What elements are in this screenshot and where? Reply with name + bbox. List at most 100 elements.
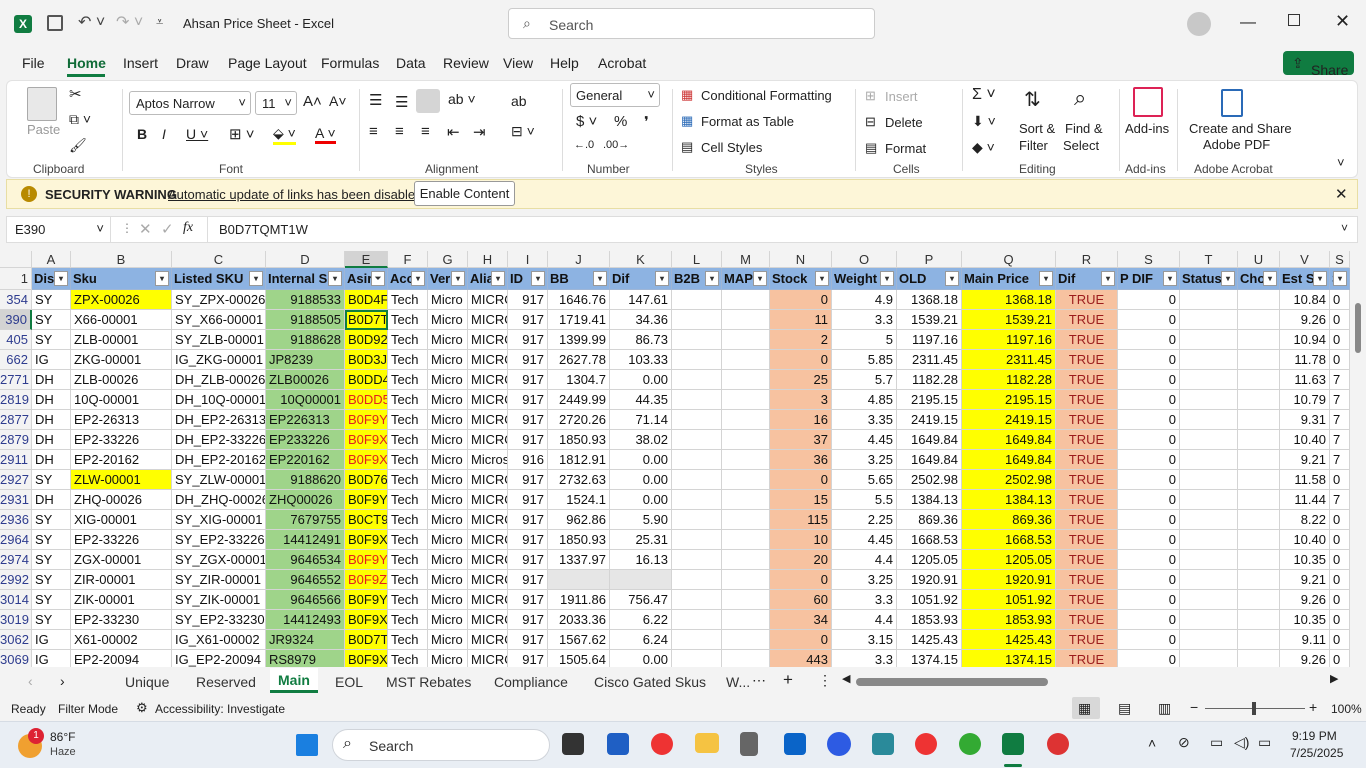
increase-decimal-icon[interactable]: ←.0 — [574, 139, 594, 151]
grid-cell[interactable]: 9188533 — [266, 290, 345, 310]
grid-cell[interactable]: 4.45 — [832, 530, 897, 550]
grid-cell[interactable] — [1238, 590, 1280, 610]
column-header[interactable]: V — [1280, 251, 1330, 268]
grid-cell[interactable]: EP2-33226 — [71, 530, 172, 550]
grid-cell[interactable]: Tech — [388, 410, 428, 430]
grid-cell[interactable]: RS8979 — [266, 650, 345, 667]
grid-cell[interactable]: ZKG-00001 — [71, 350, 172, 370]
grid-cell[interactable]: 9646552 — [266, 570, 345, 590]
row-number[interactable]: 2927 — [0, 470, 32, 490]
grid-cell[interactable]: 37 — [770, 430, 832, 450]
grid-cell[interactable]: 0 — [1118, 390, 1180, 410]
grid-cell[interactable] — [1180, 450, 1238, 470]
confirm-entry-icon[interactable]: ✓ — [161, 220, 174, 238]
grid-cell[interactable]: MICRO — [468, 290, 508, 310]
grid-cell[interactable]: DH_ZHQ-00026 — [172, 490, 266, 510]
autosum-icon[interactable]: Σ ˅ — [972, 86, 996, 104]
grid-cell[interactable] — [1180, 630, 1238, 650]
wrap-text-icon[interactable]: ab — [511, 93, 527, 109]
grid-cell[interactable]: JR9324 — [266, 630, 345, 650]
account-avatar-icon[interactable] — [1187, 12, 1211, 36]
format-painter-icon[interactable]: 🖌 — [69, 137, 87, 154]
align-bottom-icon[interactable] — [416, 89, 440, 113]
column-header[interactable]: D — [266, 251, 345, 268]
grid-cell[interactable]: 5.90 — [610, 510, 672, 530]
grid-cell[interactable]: 1649.84 — [962, 450, 1056, 470]
grid-cell[interactable]: 2.25 — [832, 510, 897, 530]
header-cell[interactable]: Est S ▾ — [1280, 268, 1330, 290]
grid-cell[interactable]: 1197.16 — [962, 330, 1056, 350]
grid-cell[interactable]: Micro — [428, 650, 468, 667]
align-left-icon[interactable]: ≡ — [369, 123, 378, 140]
increase-font-icon[interactable]: A˄ — [303, 93, 322, 110]
grid-cell[interactable] — [722, 530, 770, 550]
grid-cell[interactable]: IG_EP2-20094 — [172, 650, 266, 667]
grid-cell[interactable]: EP2-33226 — [71, 430, 172, 450]
grid-cell[interactable]: Tech — [388, 650, 428, 667]
grid-cell[interactable]: Micro — [428, 370, 468, 390]
delete-cells-button[interactable]: Delete — [885, 115, 923, 130]
grid-cell[interactable]: 0 — [770, 630, 832, 650]
grid-cell[interactable]: 1051.92 — [897, 590, 962, 610]
grid-cell[interactable]: 9.31 — [1280, 410, 1330, 430]
filter-dropdown-icon[interactable]: ▾ — [655, 271, 669, 286]
column-header[interactable]: U — [1238, 251, 1280, 268]
grid-cell[interactable] — [722, 390, 770, 410]
grid-cell[interactable]: 25.31 — [610, 530, 672, 550]
grid-cell[interactable]: 9646534 — [266, 550, 345, 570]
grid-cell[interactable]: 7 — [1330, 490, 1350, 510]
grid-cell[interactable]: 4.4 — [832, 610, 897, 630]
excel-taskbar-icon[interactable] — [1002, 733, 1024, 755]
grid-cell[interactable]: Micro — [428, 450, 468, 470]
grid-cell[interactable]: 3 — [770, 390, 832, 410]
grid-cell[interactable]: 0 — [1330, 570, 1350, 590]
grid-cell[interactable]: Micro — [428, 610, 468, 630]
grid-cell[interactable] — [1180, 290, 1238, 310]
row-number[interactable]: 3014 — [0, 590, 32, 610]
grid-cell[interactable]: 0 — [1118, 610, 1180, 630]
grid-cell[interactable] — [672, 450, 722, 470]
header-cell[interactable]: ID ▾ — [508, 268, 548, 290]
grid-cell[interactable] — [722, 470, 770, 490]
grid-cell[interactable]: Tech — [388, 350, 428, 370]
column-header[interactable]: B — [71, 251, 172, 268]
grid-cell[interactable] — [1238, 330, 1280, 350]
grid-cell[interactable] — [1180, 350, 1238, 370]
filter-dropdown-icon[interactable]: ▾ — [451, 271, 465, 286]
grid-cell[interactable]: SY — [32, 290, 71, 310]
grid-cell[interactable]: Tech — [388, 610, 428, 630]
conditional-formatting-button[interactable]: Conditional Formatting — [701, 88, 832, 103]
tab-acrobat[interactable]: Acrobat — [598, 55, 646, 71]
column-header[interactable]: O — [832, 251, 897, 268]
grid-cell[interactable]: DH_EP2-26313 — [172, 410, 266, 430]
grid-cell[interactable]: B0F9X6 — [345, 530, 388, 550]
grid-cell[interactable]: 0 — [1330, 550, 1350, 570]
grid-cell[interactable]: 11.78 — [1280, 350, 1330, 370]
header-cell[interactable]: Dif ▾ — [610, 268, 672, 290]
row-number[interactable]: 3019 — [0, 610, 32, 630]
column-header[interactable]: K — [610, 251, 672, 268]
cancel-entry-icon[interactable]: ✕ — [139, 220, 152, 238]
grid-cell[interactable] — [722, 510, 770, 530]
header-cell[interactable]: Ver ▾ — [428, 268, 468, 290]
grid-cell[interactable]: ZIR-00001 — [71, 570, 172, 590]
grid-cell[interactable]: 917 — [508, 310, 548, 330]
filter-dropdown-icon[interactable]: ▾ — [753, 271, 767, 286]
grid-cell[interactable]: Micro — [428, 570, 468, 590]
grid-cell[interactable]: ZLW-00001 — [71, 470, 172, 490]
grid-cell[interactable] — [672, 370, 722, 390]
filter-dropdown-icon[interactable]: ▾ — [249, 271, 263, 286]
grid-cell[interactable] — [672, 410, 722, 430]
header-cell[interactable]: BB ▾ — [548, 268, 610, 290]
grid-cell[interactable] — [1238, 650, 1280, 667]
filter-dropdown-icon[interactable]: ▾ — [411, 271, 425, 286]
tab-help[interactable]: Help — [550, 55, 579, 71]
grid-cell[interactable]: 3.3 — [832, 590, 897, 610]
grid-cell[interactable]: EP2-33230 — [71, 610, 172, 630]
vertical-scrollbar[interactable] — [1350, 251, 1366, 667]
grid-cell[interactable]: 1853.93 — [962, 610, 1056, 630]
grid-cell[interactable]: 1850.93 — [548, 530, 610, 550]
tab-formulas[interactable]: Formulas — [321, 55, 379, 71]
grid-cell[interactable]: Tech — [388, 550, 428, 570]
app-icon[interactable] — [872, 733, 894, 755]
